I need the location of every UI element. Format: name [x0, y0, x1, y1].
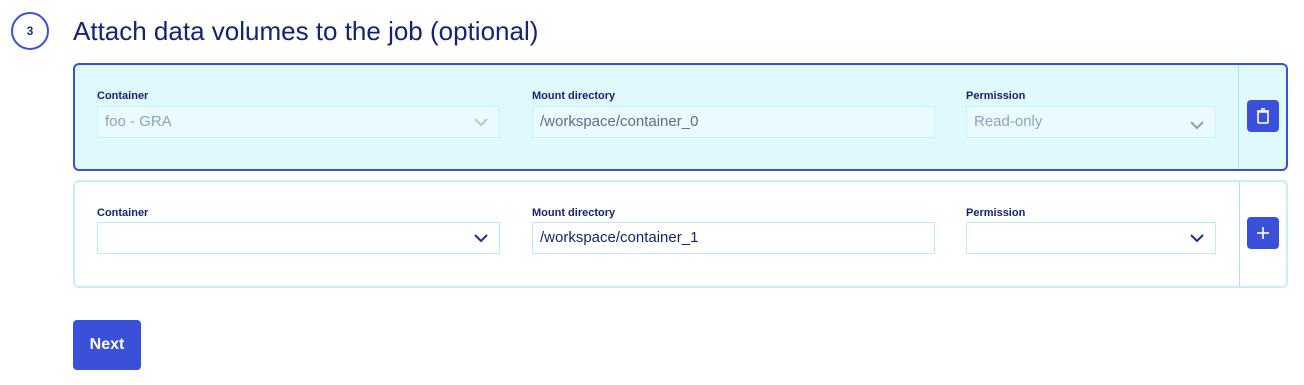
trash-icon — [1257, 108, 1269, 124]
step-number-badge: 3 — [11, 12, 49, 50]
container-label: Container — [97, 90, 149, 102]
container-select[interactable]: foo - GRA — [97, 106, 500, 138]
chevron-down-icon — [474, 234, 488, 243]
container-label: Container — [97, 207, 149, 219]
add-volume-button[interactable] — [1247, 217, 1279, 249]
delete-volume-button[interactable] — [1247, 100, 1279, 132]
volume-row-1: Container Mount directory /workspace/con… — [73, 180, 1288, 288]
chevron-down-icon — [1190, 121, 1204, 130]
permission-label: Permission — [966, 207, 1026, 219]
mount-directory-input[interactable]: /workspace/container_1 — [532, 222, 935, 254]
row-divider — [1239, 182, 1240, 286]
volume-row-0: Container foo - GRA Mount directory /wor… — [73, 63, 1288, 171]
mount-directory-label: Mount directory — [532, 207, 616, 219]
chevron-down-icon — [1190, 234, 1204, 243]
container-select[interactable] — [97, 222, 500, 254]
plus-icon — [1257, 227, 1269, 239]
row-divider — [1238, 65, 1239, 169]
chevron-down-icon — [474, 118, 488, 127]
mount-directory-label: Mount directory — [532, 90, 616, 102]
step-number: 3 — [26, 24, 34, 38]
permission-select[interactable] — [966, 222, 1216, 254]
container-select-value: foo - GRA — [105, 113, 172, 130]
next-button[interactable]: Next — [73, 320, 141, 370]
permission-select-value: Read-only — [974, 113, 1043, 130]
permission-label: Permission — [966, 90, 1026, 102]
step-title: Attach data volumes to the job (optional… — [73, 16, 539, 46]
permission-select[interactable]: Read-only — [966, 106, 1216, 138]
mount-directory-input[interactable]: /workspace/container_0 — [532, 106, 935, 138]
